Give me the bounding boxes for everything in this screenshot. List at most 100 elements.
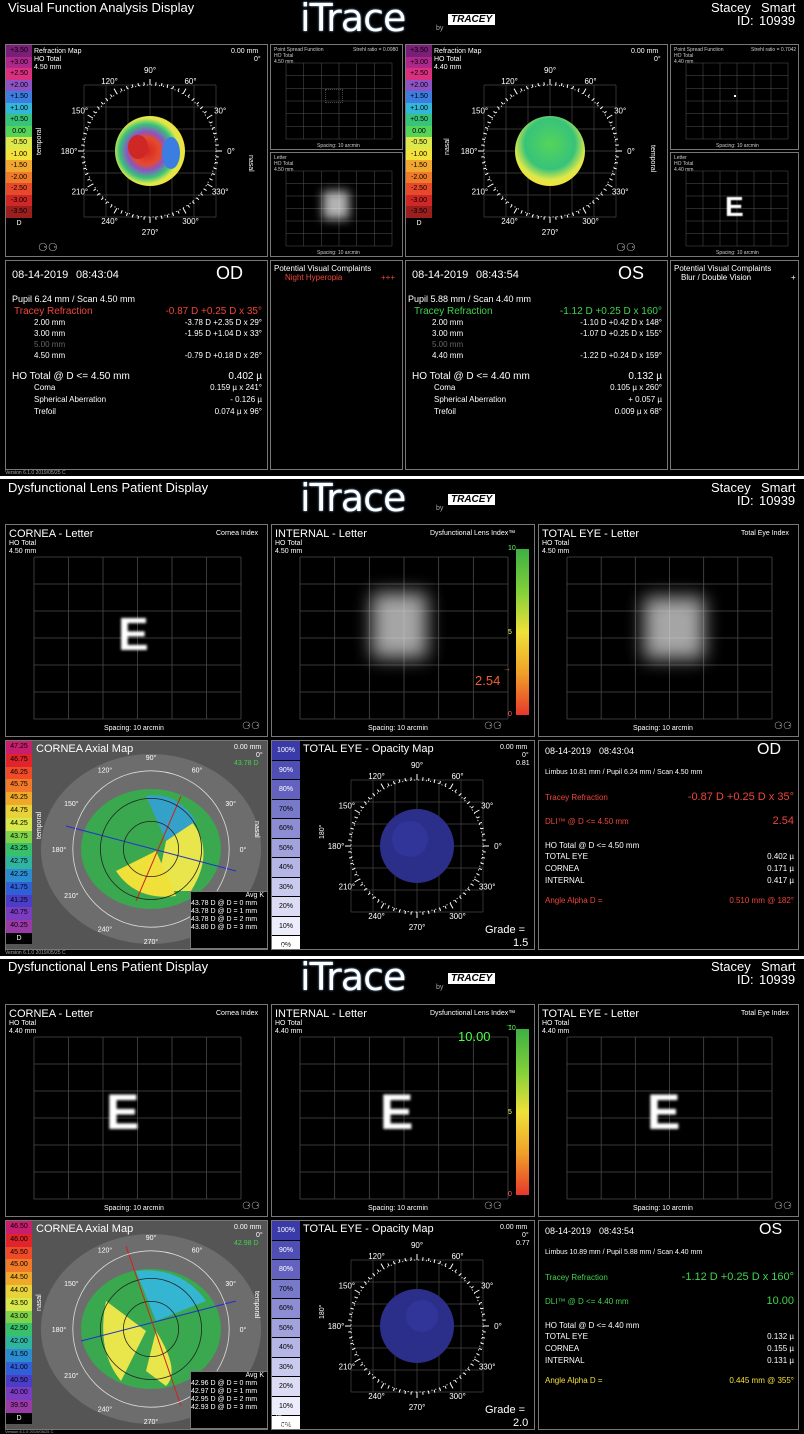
total-eye-letter-panel[interactable]: TOTAL EYE - Letter Total Eye Index HO To… bbox=[538, 1004, 799, 1217]
refraction-label: Tracey Refraction bbox=[545, 793, 608, 802]
avg-k-row: 42.96 D @ D = 0 mm bbox=[191, 1380, 258, 1387]
zone-refraction: -1.10 D +0.42 D x 148° bbox=[580, 318, 662, 327]
od-refraction-map-panel[interactable]: +3.50 +3.00 +2.50 +2.00 +1.50 +1.00 +0.50 0.00-… bbox=[5, 44, 268, 257]
aberration-value: 0.159 µ x 241° bbox=[210, 383, 262, 392]
polar-tick bbox=[387, 905, 390, 909]
polar-tick bbox=[500, 197, 504, 201]
os-letter-panel[interactable]: Letter HO Total 4.40 mm E Spacing: 10 ar… bbox=[670, 152, 799, 257]
polar-tick bbox=[454, 899, 457, 903]
grade-label: Grade = bbox=[485, 1404, 526, 1416]
tick-label: 210° bbox=[472, 188, 489, 197]
polar-tick bbox=[354, 1353, 358, 1356]
blurred-e-letter bbox=[323, 191, 349, 219]
glasses-icon: ⚆⚆ bbox=[774, 1201, 792, 1212]
exam-time: 08:43:04 bbox=[599, 746, 635, 756]
temporal-label: temporal bbox=[253, 1291, 260, 1319]
polar-tick bbox=[454, 1379, 457, 1383]
tick-label: 270° bbox=[542, 228, 559, 237]
angle-alpha-label: Angle Alpha D = bbox=[545, 896, 603, 905]
os-refraction-map-panel[interactable]: +3.50 +3.00 +2.50 +2.00 +1.50 +1.00 +0.50 0.00-… bbox=[405, 44, 668, 257]
polar-tick bbox=[137, 215, 140, 220]
polar-tick bbox=[611, 126, 616, 129]
tick-label: 60° bbox=[451, 772, 463, 781]
os-psf-panel[interactable]: Point Spread Function HO Total 4.40 mm S… bbox=[670, 44, 799, 150]
polar-tick bbox=[520, 88, 523, 92]
opacity-map-panel[interactable]: 100% 90% 80% 70% 60% 50% 40% 30% 20% 10% 0% % Clar… bbox=[271, 1220, 535, 1430]
eye-label: OS bbox=[618, 263, 645, 283]
logo-by: by bbox=[436, 25, 444, 32]
exam-date: 08-14-2019 bbox=[12, 269, 69, 281]
polar-tick bbox=[596, 101, 600, 105]
polar-tick bbox=[439, 780, 442, 785]
tick-label: 120° bbox=[368, 1252, 385, 1261]
tick-label: 0° bbox=[627, 147, 635, 156]
internal-letter-panel[interactable]: INTERNAL - Letter Dysfunctional Lens Ind… bbox=[271, 1004, 535, 1217]
opacity-map-panel[interactable]: 100% 90% 80% 70% 60% 50% 40% 30% 20% 10% 0% % Clar… bbox=[271, 740, 535, 950]
glasses-icon: ⚆⚆ bbox=[616, 242, 636, 254]
letter-spacing: Spacing: 10 arcmin bbox=[317, 250, 360, 256]
dli-value: 2.54 bbox=[475, 672, 501, 688]
total-eye-letter-panel[interactable]: TOTAL EYE - Letter Total Eye Index HO To… bbox=[538, 524, 799, 737]
tick-label: 90° bbox=[146, 1234, 157, 1242]
tick-label: 60° bbox=[451, 1252, 463, 1261]
tick-label: 330° bbox=[212, 188, 229, 197]
tick-label: 240° bbox=[501, 217, 518, 226]
polar-tick bbox=[354, 816, 358, 819]
aberration-name: Coma bbox=[34, 383, 56, 392]
polar-tick bbox=[348, 856, 353, 859]
tick-label: 240° bbox=[368, 912, 385, 921]
cornea-axial-map-panel[interactable]: 46.50 46.00 45.50 45.00 44.50 44.00 43.50 43.00… bbox=[5, 1220, 268, 1430]
polar-tick bbox=[525, 212, 528, 217]
refraction-value: -0.87 D +0.25 D x 35° bbox=[687, 791, 794, 803]
ho-total-label: HO Total @ D <= 4.50 mm bbox=[12, 371, 130, 382]
polar-tick bbox=[449, 1263, 454, 1270]
eye-label: OS bbox=[759, 1221, 783, 1238]
polar-tick bbox=[481, 138, 486, 141]
polar-tick bbox=[404, 1257, 407, 1262]
polar-tick bbox=[444, 1263, 447, 1267]
polar-tick bbox=[177, 88, 180, 92]
polar-tick bbox=[187, 94, 190, 98]
exam-date: 08-14-2019 bbox=[545, 1226, 592, 1236]
itrace-logo: iTrace bbox=[300, 0, 406, 40]
polar-tick bbox=[120, 210, 123, 214]
polar-tick bbox=[211, 173, 216, 176]
cornea-axial-map-panel[interactable]: 47.25 46.75 46.25 45.75 45.25 44.75 44.25 43.75… bbox=[5, 740, 268, 950]
polar-tick bbox=[463, 796, 467, 800]
tick-label: 120° bbox=[98, 1246, 113, 1254]
ho-row-value: 0.155 µ bbox=[767, 1344, 794, 1353]
polar-tick bbox=[481, 1336, 486, 1339]
cornea-letter-panel[interactable]: CORNEA - Letter Cornea Index HO Total 4.… bbox=[5, 524, 268, 737]
polar-tick bbox=[484, 173, 489, 176]
cornea-letter-panel[interactable]: CORNEA - Letter Cornea Index HO Total 4.… bbox=[5, 1004, 268, 1217]
polar-tick bbox=[93, 111, 97, 114]
tick-label: 180° bbox=[328, 1322, 345, 1331]
polar-tick bbox=[439, 1387, 442, 1392]
polar-tick bbox=[187, 204, 190, 208]
tick-label: 240° bbox=[368, 1392, 385, 1401]
aberration-value: 0.074 µ x 96° bbox=[214, 407, 262, 416]
tick-label: 0° bbox=[240, 1326, 247, 1334]
pupil-scan: Pupil 6.24 mm / Scan 4.50 mm bbox=[12, 294, 136, 304]
od-letter-panel[interactable]: Letter HO Total 4.50 mm Spacing: 10 arcm… bbox=[270, 152, 403, 257]
os-visual-complaints-panel: Potential Visual Complaints Blur / Doubl… bbox=[670, 260, 799, 470]
polar-tick bbox=[444, 783, 447, 787]
blurred-e-letter bbox=[372, 593, 427, 658]
tick-label: 180° bbox=[52, 1326, 67, 1334]
tick-label: 180° bbox=[319, 1304, 326, 1319]
ho-row-value: 0.131 µ bbox=[767, 1356, 794, 1365]
os-dysfunctional-lens-info-panel: 08-14-2019 08:43:54 OS Limbus 10.89 mm /… bbox=[538, 1220, 799, 1430]
polar-tick bbox=[93, 188, 97, 191]
avg-k-label: Avg K bbox=[245, 1372, 264, 1379]
complaint-text: Night Hyperopia bbox=[285, 273, 343, 282]
avg-k-box: Avg K 42.96 D @ D = 0 mm 42.97 D @ D = 1… bbox=[190, 1371, 267, 1429]
tick-label: 30° bbox=[614, 107, 626, 116]
polar-tick bbox=[513, 88, 518, 95]
polar-tick bbox=[196, 101, 200, 105]
od-psf-panel[interactable]: Point Spread Function HO Total 4.50 mm S… bbox=[270, 44, 403, 150]
spacing-label: Spacing: 10 arcmin bbox=[368, 1205, 428, 1212]
patient-id-label: ID: bbox=[737, 13, 754, 28]
zone-diameter: 4.50 mm bbox=[34, 351, 66, 360]
internal-letter-panel[interactable]: INTERNAL - Letter Dysfunctional Lens Ind… bbox=[271, 524, 535, 737]
polar-tick bbox=[582, 207, 587, 214]
